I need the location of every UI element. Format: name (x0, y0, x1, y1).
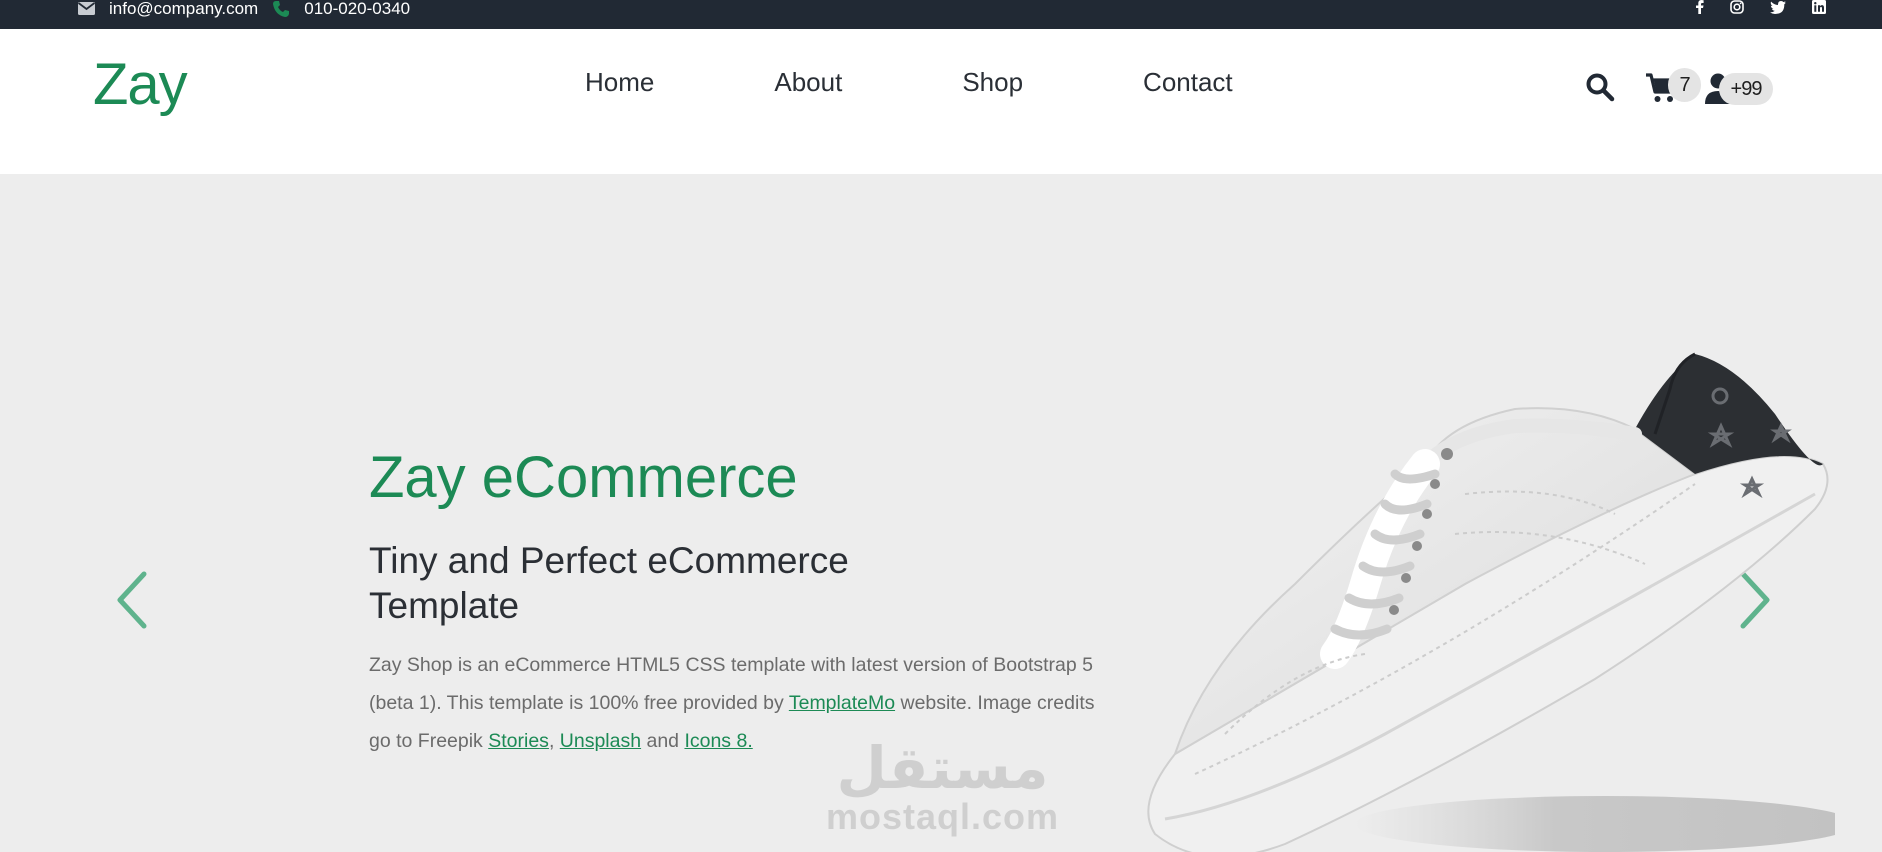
chevron-left-icon (117, 571, 147, 629)
user-badge: +99 (1719, 73, 1773, 105)
social-links (1696, 0, 1826, 14)
nav-shop[interactable]: Shop (962, 67, 1023, 98)
instagram-icon[interactable] (1730, 0, 1744, 14)
main-header: Zay Home About Shop Contact 7 +99 (0, 29, 1882, 174)
nav-home[interactable]: Home (585, 67, 654, 98)
nav-contact[interactable]: Contact (1143, 67, 1233, 98)
hero-title-rest: eCommerce (465, 445, 798, 510)
facebook-icon[interactable] (1696, 0, 1704, 14)
brand-logo[interactable]: Zay (93, 51, 188, 118)
email-text: info@company.com (109, 0, 259, 18)
hero-shoe-image (1147, 352, 1835, 852)
unsplash-link[interactable]: Unsplash (560, 730, 641, 752)
cart-badge: 7 (1668, 68, 1701, 102)
carousel-prev-button[interactable] (112, 570, 152, 635)
hero-text-part: and (641, 730, 685, 752)
hero-carousel: Zay eCommerce Tiny and Perfect eCommerce… (0, 174, 1882, 852)
search-button[interactable] (1585, 72, 1615, 107)
stories-link[interactable]: Stories (488, 730, 549, 752)
search-icon (1586, 73, 1615, 102)
templatemo-link[interactable]: TemplateMo (789, 692, 895, 714)
twitter-icon[interactable] (1770, 0, 1786, 14)
linkedin-icon[interactable] (1812, 0, 1826, 14)
phone-link[interactable]: 010-020-0340 (272, 0, 410, 19)
hero-text-part: , (548, 730, 560, 752)
top-info-bar: info@company.com 010-020-0340 (0, 0, 1882, 29)
hero-title-brand: Zay (369, 445, 466, 510)
watermark-latin: mostaql.com (826, 796, 1060, 837)
phone-text: 010-020-0340 (304, 0, 411, 18)
nav-about[interactable]: About (774, 67, 842, 98)
hero-title: Zay eCommerce (369, 444, 798, 511)
hero-subtitle: Tiny and Perfect eCommerce Template (369, 540, 849, 626)
phone-icon (273, 0, 290, 17)
envelope-icon (78, 2, 95, 15)
contact-info: info@company.com 010-020-0340 (78, 0, 424, 19)
watermark-arabic: مستقل (836, 734, 1049, 802)
icons8-link[interactable]: Icons 8. (684, 730, 752, 752)
header-actions: 7 +99 (1585, 59, 1785, 129)
mostaql-watermark: مستقل mostaql.com (826, 734, 1060, 837)
main-nav: Home About Shop Contact (585, 67, 1233, 98)
email-link[interactable]: info@company.com (78, 0, 258, 19)
